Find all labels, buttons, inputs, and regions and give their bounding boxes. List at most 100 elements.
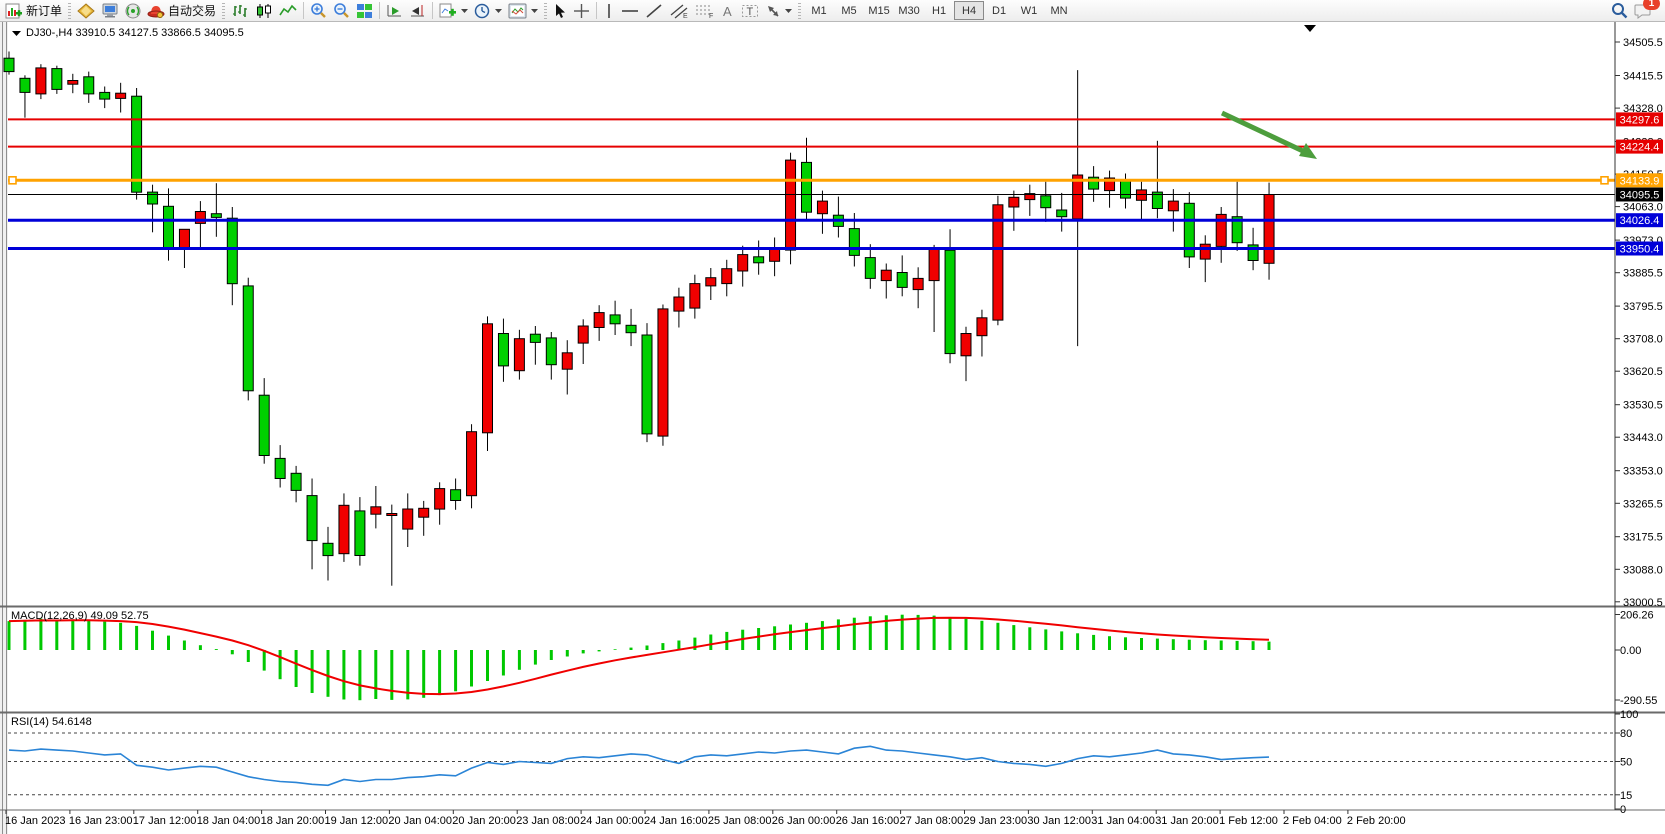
svg-text:T: T xyxy=(747,6,754,18)
zoom-in-icon xyxy=(310,2,327,19)
tile-windows-icon xyxy=(356,3,373,19)
text-button[interactable]: A xyxy=(718,1,738,21)
search-button[interactable] xyxy=(1608,1,1631,21)
autotrade-icon xyxy=(147,3,165,19)
svg-text:25 Jan 08:00: 25 Jan 08:00 xyxy=(708,815,772,827)
line-chart-button[interactable] xyxy=(276,1,300,21)
equidistant-channel-icon: E xyxy=(669,3,689,19)
timeframe-w1-button[interactable]: W1 xyxy=(1014,1,1044,20)
svg-text:31 Jan 20:00: 31 Jan 20:00 xyxy=(1155,815,1219,827)
autotrade-button[interactable]: 自动交易 xyxy=(144,1,219,21)
svg-text:34297.6: 34297.6 xyxy=(1620,114,1660,126)
terminal-button[interactable] xyxy=(98,1,122,21)
svg-text:33620.5: 33620.5 xyxy=(1623,366,1663,378)
svg-text:27 Jan 08:00: 27 Jan 08:00 xyxy=(900,815,964,827)
clock-icon xyxy=(474,3,491,19)
toolbar-grip xyxy=(544,3,547,19)
timeframe-h1-button[interactable]: H1 xyxy=(924,1,954,20)
chevron-down-icon xyxy=(785,8,792,13)
horizontal-line-icon xyxy=(621,3,639,19)
toolbar-grip xyxy=(68,3,71,19)
tile-windows-button[interactable] xyxy=(353,1,376,21)
market-depth-button[interactable] xyxy=(74,1,98,21)
bar-chart-button[interactable] xyxy=(228,1,252,21)
chevron-down-icon xyxy=(461,8,468,13)
svg-text:2 Feb 20:00: 2 Feb 20:00 xyxy=(1347,815,1406,827)
chart-dropdown-icon[interactable] xyxy=(12,27,21,39)
svg-text:33443.0: 33443.0 xyxy=(1623,432,1663,444)
crosshair-icon xyxy=(573,3,590,19)
svg-text:100: 100 xyxy=(1620,709,1638,721)
svg-text:34415.5: 34415.5 xyxy=(1623,71,1663,83)
svg-text:26 Jan 16:00: 26 Jan 16:00 xyxy=(836,815,900,827)
chart-canvas[interactable]: 34505.534415.534328.034238.034150.534063… xyxy=(0,22,1665,834)
chevron-down-icon xyxy=(495,8,502,13)
crosshair-button[interactable] xyxy=(570,1,593,21)
cursor-icon xyxy=(553,3,567,19)
shapes-arrows-button[interactable] xyxy=(762,1,795,21)
svg-text:E: E xyxy=(683,13,688,19)
market-depth-icon xyxy=(77,3,95,19)
timeframe-m30-button[interactable]: M30 xyxy=(894,1,924,20)
bar-chart-icon xyxy=(231,3,249,19)
text-label-button[interactable]: T xyxy=(738,1,762,21)
chart-shift-button[interactable] xyxy=(406,1,429,21)
auto-scroll-button[interactable] xyxy=(383,1,406,21)
svg-text:1 Feb 12:00: 1 Feb 12:00 xyxy=(1219,815,1278,827)
indicators-button[interactable] xyxy=(436,1,471,21)
equidistant-channel-button[interactable]: E xyxy=(666,1,692,21)
svg-text:33530.5: 33530.5 xyxy=(1623,400,1663,412)
fibonacci-button[interactable]: F xyxy=(692,1,718,21)
text-label-icon: T xyxy=(741,3,759,19)
auto-scroll-icon xyxy=(386,3,403,19)
candlestick-chart-button[interactable] xyxy=(252,1,276,21)
signals-icon xyxy=(125,3,141,19)
periods-button[interactable] xyxy=(471,1,505,21)
horizontal-line-button[interactable] xyxy=(618,1,642,21)
trading-app: 新订单 自动交易 xyxy=(0,0,1665,834)
templates-button[interactable] xyxy=(505,1,541,21)
svg-text:0: 0 xyxy=(1620,804,1626,816)
chat-button[interactable]: 1 xyxy=(1631,1,1655,21)
timeframe-m15-button[interactable]: M15 xyxy=(864,1,894,20)
toolbar-separator xyxy=(596,2,597,19)
cursor-button[interactable] xyxy=(550,1,570,21)
chart-window: 34505.534415.534328.034238.034150.534063… xyxy=(0,22,1665,834)
svg-text:33000.5: 33000.5 xyxy=(1623,597,1663,609)
templates-icon xyxy=(508,3,527,19)
svg-text:34505.5: 34505.5 xyxy=(1623,37,1663,49)
svg-text:33795.5: 33795.5 xyxy=(1623,301,1663,313)
trendline-button[interactable] xyxy=(642,1,666,21)
svg-text:34063.0: 34063.0 xyxy=(1623,202,1663,214)
toolbar-separator xyxy=(379,2,380,19)
signals-button[interactable] xyxy=(122,1,144,21)
vertical-line-button[interactable] xyxy=(600,1,618,21)
line-chart-icon xyxy=(279,3,297,19)
main-toolbar: 新订单 自动交易 xyxy=(0,0,1665,22)
new-order-label: 新订单 xyxy=(26,2,62,19)
svg-text:24 Jan 16:00: 24 Jan 16:00 xyxy=(644,815,708,827)
svg-text:34026.4: 34026.4 xyxy=(1620,215,1660,227)
chart-shift-icon xyxy=(409,3,426,19)
timeframe-m5-button[interactable]: M5 xyxy=(834,1,864,20)
svg-text:29 Jan 23:00: 29 Jan 23:00 xyxy=(964,815,1028,827)
svg-text:34133.9: 34133.9 xyxy=(1620,175,1660,187)
zoom-in-button[interactable] xyxy=(307,1,330,21)
svg-text:34095.5: 34095.5 xyxy=(1620,190,1660,202)
timeframe-m1-button[interactable]: M1 xyxy=(804,1,834,20)
zoom-out-button[interactable] xyxy=(330,1,353,21)
chevron-down-icon xyxy=(531,8,538,13)
search-icon xyxy=(1611,2,1628,19)
timeframe-d1-button[interactable]: D1 xyxy=(984,1,1014,20)
svg-text:16 Jan 2023: 16 Jan 2023 xyxy=(5,815,66,827)
svg-text:80: 80 xyxy=(1620,728,1632,740)
svg-text:17 Jan 12:00: 17 Jan 12:00 xyxy=(133,815,197,827)
timeframe-mn-button[interactable]: MN xyxy=(1044,1,1074,20)
svg-text:-290.55: -290.55 xyxy=(1620,695,1657,707)
timeframe-h4-button[interactable]: H4 xyxy=(954,1,984,20)
new-order-button[interactable]: 新订单 xyxy=(2,1,65,21)
svg-text:33708.0: 33708.0 xyxy=(1623,334,1663,346)
svg-text:2 Feb 04:00: 2 Feb 04:00 xyxy=(1283,815,1342,827)
chart-title-text: DJ30-,H4 33910.5 34127.5 33866.5 34095.5 xyxy=(26,27,244,39)
toolbar-grip xyxy=(222,3,225,19)
